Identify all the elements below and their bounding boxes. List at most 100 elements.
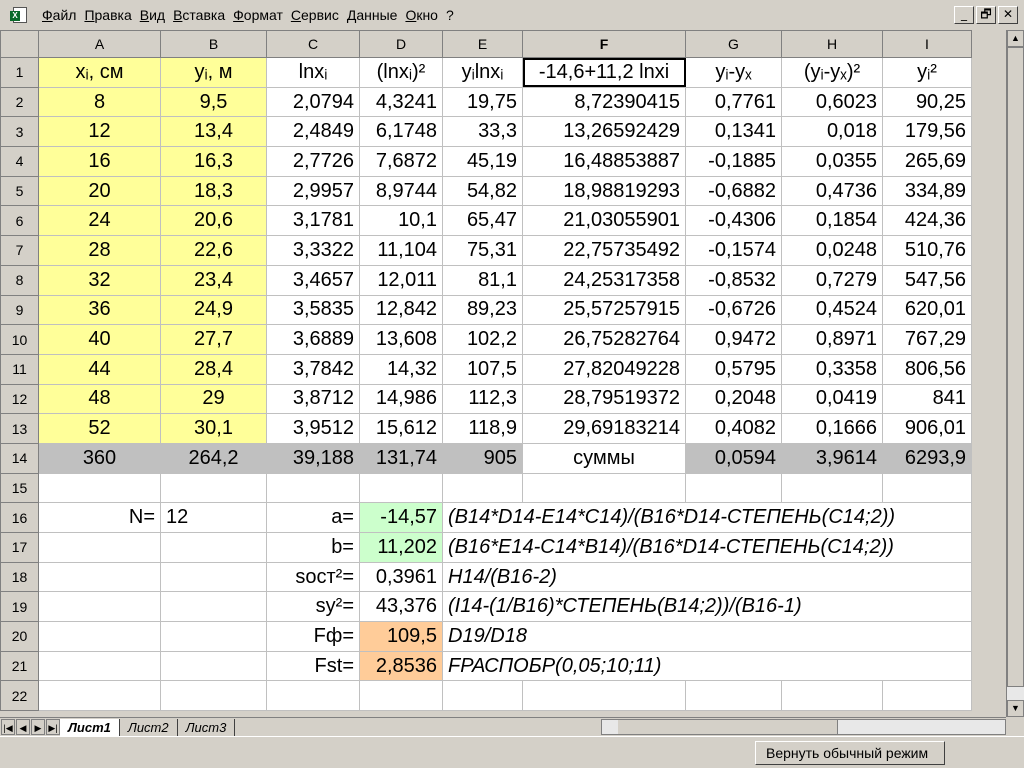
cell-h9[interactable]: 0,4524 bbox=[781, 294, 883, 326]
cell-a1[interactable]: xᵢ, см bbox=[38, 57, 161, 88]
column-header-e[interactable]: E bbox=[442, 30, 523, 58]
cell-h14[interactable]: 3,9614 bbox=[781, 442, 883, 474]
cell-i13[interactable]: 906,01 bbox=[882, 413, 972, 444]
sheet-tab-2[interactable]: Лист2 bbox=[120, 718, 178, 736]
row-header[interactable]: 17 bbox=[0, 532, 39, 563]
cell-d11[interactable]: 14,32 bbox=[359, 353, 443, 385]
cell-a10[interactable]: 40 bbox=[38, 324, 161, 355]
row-header[interactable]: 14 bbox=[0, 442, 39, 474]
cell-e4[interactable]: 45,19 bbox=[442, 146, 523, 177]
cell-b4[interactable]: 16,3 bbox=[160, 146, 267, 177]
cell-a4[interactable]: 16 bbox=[38, 146, 161, 177]
cell-a18[interactable] bbox=[38, 561, 161, 593]
cell-f11[interactable]: 27,82049228 bbox=[522, 353, 686, 385]
cell-e7[interactable]: 75,31 bbox=[442, 235, 523, 266]
cell-b1[interactable]: yᵢ, м bbox=[160, 57, 267, 88]
cell-h13[interactable]: 0,1666 bbox=[781, 413, 883, 444]
menu-edit[interactable]: Правка bbox=[80, 7, 135, 23]
cell-a12[interactable]: 48 bbox=[38, 383, 161, 415]
cell-c8[interactable]: 3,4657 bbox=[266, 264, 360, 296]
column-header-i[interactable]: I bbox=[882, 30, 972, 58]
cell-g22[interactable] bbox=[685, 680, 782, 712]
cell-a21[interactable] bbox=[38, 650, 161, 682]
cell-h11[interactable]: 0,3358 bbox=[781, 353, 883, 385]
cell-c4[interactable]: 2,7726 bbox=[266, 146, 360, 177]
cell-d1[interactable]: (lnxᵢ)² bbox=[359, 57, 443, 88]
cell-b22[interactable] bbox=[160, 680, 267, 712]
cell-a6[interactable]: 24 bbox=[38, 205, 161, 237]
column-header-a[interactable]: A bbox=[38, 30, 161, 58]
cell-c18[interactable]: sост²= bbox=[266, 561, 360, 593]
column-header-f[interactable]: F bbox=[522, 30, 686, 58]
row-header[interactable]: 20 bbox=[0, 621, 39, 652]
cell-e22[interactable] bbox=[442, 680, 523, 712]
cell-f7[interactable]: 22,75735492 bbox=[522, 235, 686, 266]
cell-c6[interactable]: 3,1781 bbox=[266, 205, 360, 237]
cell-i15[interactable] bbox=[882, 472, 972, 504]
menu-insert[interactable]: Вставка bbox=[169, 7, 229, 23]
cell-g3[interactable]: 0,1341 bbox=[685, 116, 782, 148]
cell-a15[interactable] bbox=[38, 472, 161, 504]
column-header-b[interactable]: B bbox=[160, 30, 267, 58]
cell-d3[interactable]: 6,1748 bbox=[359, 116, 443, 148]
scroll-up-icon[interactable]: ▲ bbox=[1007, 30, 1024, 47]
cell-e9[interactable]: 89,23 bbox=[442, 294, 523, 326]
cell-h15[interactable] bbox=[781, 472, 883, 504]
cell-b14[interactable]: 264,2 bbox=[160, 442, 267, 474]
cell-b5[interactable]: 18,3 bbox=[160, 175, 267, 207]
column-header-d[interactable]: D bbox=[359, 30, 443, 58]
menu-view[interactable]: Вид bbox=[136, 7, 169, 23]
cell-i6[interactable]: 424,36 bbox=[882, 205, 972, 237]
cell-a9[interactable]: 36 bbox=[38, 294, 161, 326]
cell-a17[interactable] bbox=[38, 532, 161, 563]
row-header[interactable]: 12 bbox=[0, 383, 39, 415]
cell-g12[interactable]: 0,2048 bbox=[685, 383, 782, 415]
cell-b8[interactable]: 23,4 bbox=[160, 264, 267, 296]
cell-c5[interactable]: 2,9957 bbox=[266, 175, 360, 207]
row-header[interactable]: 9 bbox=[0, 294, 39, 326]
cell-f4[interactable]: 16,48853887 bbox=[522, 146, 686, 177]
cell-i10[interactable]: 767,29 bbox=[882, 324, 972, 355]
menu-tools[interactable]: Сервис bbox=[287, 7, 343, 23]
cell-i1[interactable]: yᵢ² bbox=[882, 57, 972, 88]
cell-b10[interactable]: 27,7 bbox=[160, 324, 267, 355]
cell-a19[interactable] bbox=[38, 591, 161, 623]
cell-f12[interactable]: 28,79519372 bbox=[522, 383, 686, 415]
row-header[interactable]: 19 bbox=[0, 591, 39, 623]
cell-h6[interactable]: 0,1854 bbox=[781, 205, 883, 237]
cell-e15[interactable] bbox=[442, 472, 523, 504]
cell-d17[interactable]: 11,202 bbox=[359, 532, 443, 563]
cell-h3[interactable]: 0,018 bbox=[781, 116, 883, 148]
first-sheet-icon[interactable]: |◀ bbox=[1, 719, 15, 735]
cell-i14[interactable]: 6293,9 bbox=[882, 442, 972, 474]
horizontal-scrollbar[interactable] bbox=[601, 719, 1006, 735]
cell-c14[interactable]: 39,188 bbox=[266, 442, 360, 474]
cell-g4[interactable]: -0,1885 bbox=[685, 146, 782, 177]
cell-d9[interactable]: 12,842 bbox=[359, 294, 443, 326]
cell-b11[interactable]: 28,4 bbox=[160, 353, 267, 385]
cell-b13[interactable]: 30,1 bbox=[160, 413, 267, 444]
cell-e14[interactable]: 905 bbox=[442, 442, 523, 474]
cell-f1[interactable]: -14,6+11,2 lnxi bbox=[522, 57, 686, 88]
cell-f3[interactable]: 13,26592429 bbox=[522, 116, 686, 148]
cell-c10[interactable]: 3,6889 bbox=[266, 324, 360, 355]
cell-d19[interactable]: 43,376 bbox=[359, 591, 443, 623]
cell-a13[interactable]: 52 bbox=[38, 413, 161, 444]
vertical-scroll-thumb[interactable] bbox=[1007, 47, 1024, 687]
cell-h5[interactable]: 0,4736 bbox=[781, 175, 883, 207]
cell-e5[interactable]: 54,82 bbox=[442, 175, 523, 207]
cell-b15[interactable] bbox=[160, 472, 267, 504]
cell-g6[interactable]: -0,4306 bbox=[685, 205, 782, 237]
excel-app-icon[interactable]: X bbox=[10, 6, 30, 24]
row-header[interactable]: 6 bbox=[0, 205, 39, 237]
cell-i3[interactable]: 179,56 bbox=[882, 116, 972, 148]
cell-d2[interactable]: 4,3241 bbox=[359, 86, 443, 118]
cell-g14[interactable]: 0,0594 bbox=[685, 442, 782, 474]
cell-b18[interactable] bbox=[160, 561, 267, 593]
cell-g10[interactable]: 0,9472 bbox=[685, 324, 782, 355]
row-header[interactable]: 7 bbox=[0, 235, 39, 266]
cell-g1[interactable]: yᵢ-yₓ bbox=[685, 57, 782, 88]
cell-b2[interactable]: 9,5 bbox=[160, 86, 267, 118]
cell-e10[interactable]: 102,2 bbox=[442, 324, 523, 355]
row-header[interactable]: 15 bbox=[0, 472, 39, 504]
